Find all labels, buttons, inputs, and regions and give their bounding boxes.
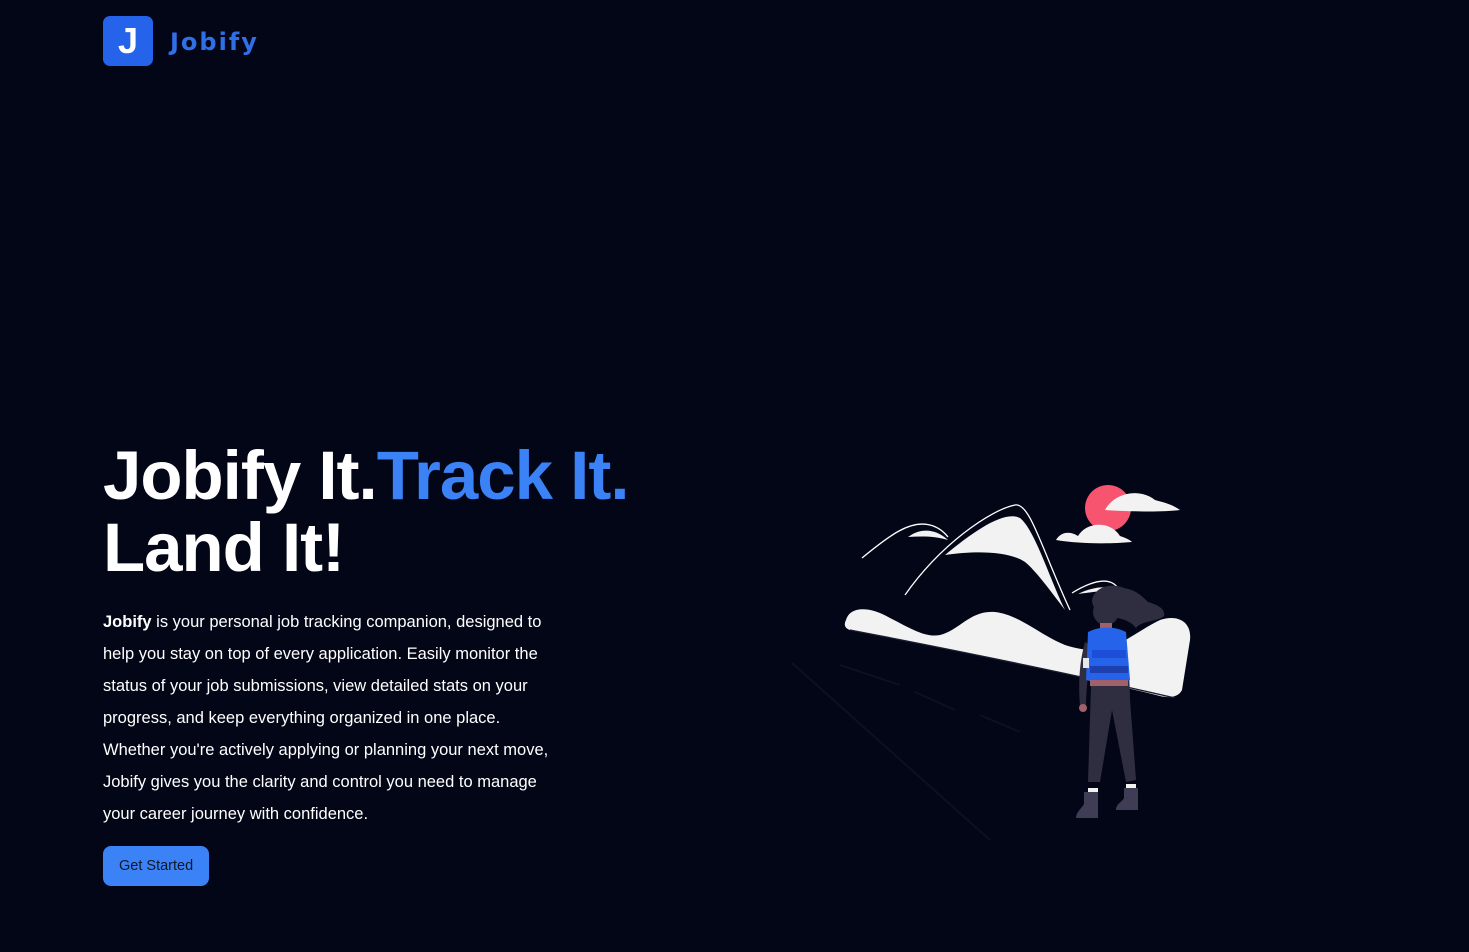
hiker-figure bbox=[1076, 585, 1165, 818]
headline-part-2: Track It. bbox=[376, 437, 630, 514]
mountain-snow bbox=[908, 516, 1112, 610]
brand-name[interactable]: Jobify bbox=[170, 28, 259, 56]
logo-letter: J bbox=[117, 20, 139, 61]
navbar: J Jobify bbox=[103, 16, 259, 66]
description-brand: Jobify bbox=[103, 613, 152, 631]
hero-headline: Jobify It.Track It. Land It! bbox=[103, 440, 753, 584]
landing-page: J Jobify Jobify It.Track It. Land It! Job… bbox=[0, 0, 1469, 952]
hiker-mountains-illustration bbox=[791, 485, 1191, 841]
headline-part-1: Jobify It. bbox=[103, 437, 378, 514]
hero-section: Jobify It.Track It. Land It! Jobify is yo… bbox=[103, 440, 753, 886]
get-started-button[interactable]: Get Started bbox=[103, 846, 210, 886]
hero-description: Jobify is your personal job tracking com… bbox=[103, 606, 553, 830]
mountain-outlines bbox=[861, 504, 1123, 611]
description-text: is your personal job tracking companion,… bbox=[103, 613, 549, 823]
head bbox=[1093, 599, 1119, 625]
ground-lines bbox=[791, 662, 1021, 841]
logo-icon[interactable]: J bbox=[103, 16, 153, 66]
headline-part-3: Land It! bbox=[103, 509, 345, 586]
